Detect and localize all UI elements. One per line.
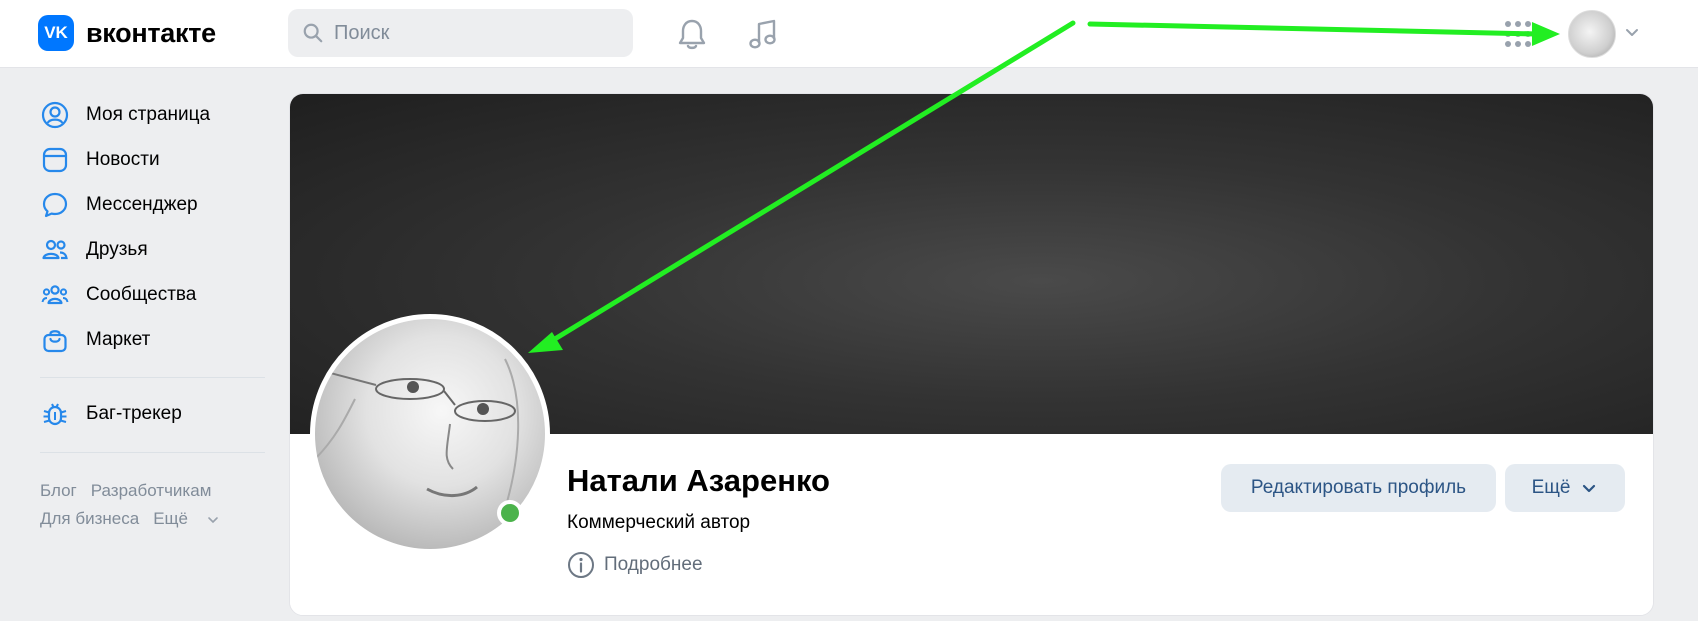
- more-actions-button[interactable]: Ещё: [1505, 464, 1625, 512]
- sidebar-item-communities[interactable]: Сообщества: [40, 277, 196, 313]
- edit-profile-button[interactable]: Редактировать профиль: [1221, 464, 1496, 512]
- sidebar-item-my-page[interactable]: Моя страница: [40, 97, 210, 133]
- sidebar-item-label: Сообщества: [86, 284, 197, 305]
- apps-grid-icon[interactable]: [1498, 14, 1538, 54]
- sidebar-item-label: Мессенджер: [86, 194, 198, 215]
- search-input[interactable]: Поиск: [288, 9, 633, 57]
- chevron-down-icon: [207, 516, 218, 523]
- profile-name: Натали Азаренко: [567, 463, 830, 498]
- friends-icon: [40, 235, 70, 265]
- top-header: VK вконтакте Поиск: [0, 0, 1698, 68]
- user-avatar-small[interactable]: [1568, 10, 1616, 58]
- footer-link-business[interactable]: Для бизнеса: [40, 509, 139, 528]
- message-icon: [40, 190, 70, 220]
- sidebar-footer-links: Блог Разработчикам: [40, 481, 225, 501]
- sidebar-item-label: Моя страница: [86, 104, 211, 125]
- market-bag-icon: [40, 325, 70, 355]
- footer-link-more[interactable]: Ещё: [153, 509, 219, 528]
- more-info-label: Подробнее: [604, 554, 703, 575]
- chevron-down-icon[interactable]: [1624, 24, 1640, 40]
- sidebar-item-label: Друзья: [86, 239, 148, 260]
- edit-profile-label: Редактировать профиль: [1250, 477, 1467, 498]
- news-icon: [40, 145, 70, 175]
- profile-more-info-link[interactable]: Подробнее: [567, 551, 703, 579]
- sidebar-item-news[interactable]: Новости: [40, 142, 160, 178]
- bug-icon: [40, 399, 70, 429]
- footer-more-label: Ещё: [153, 509, 188, 528]
- notifications-bell-icon[interactable]: [672, 14, 712, 54]
- online-status-indicator: [497, 500, 523, 526]
- communities-icon: [40, 280, 70, 310]
- sidebar-footer-links-2: Для бизнеса Ещё: [40, 509, 233, 529]
- search-placeholder: Поиск: [334, 21, 390, 44]
- footer-link-developers[interactable]: Разработчикам: [91, 481, 212, 500]
- music-note-icon[interactable]: [743, 14, 783, 54]
- footer-link-blog[interactable]: Блог: [40, 481, 77, 500]
- search-icon: [303, 23, 323, 43]
- sidebar-divider: [40, 452, 265, 453]
- sidebar-item-bug-tracker[interactable]: Баг-трекер: [40, 396, 182, 432]
- profile-status: Коммерческий автор: [567, 512, 751, 533]
- info-icon: [568, 552, 594, 578]
- user-circle-icon: [40, 100, 70, 130]
- sidebar-item-friends[interactable]: Друзья: [40, 232, 148, 268]
- sidebar-item-label: Маркет: [86, 329, 151, 350]
- sidebar-item-messenger[interactable]: Мессенджер: [40, 187, 198, 223]
- sidebar-item-label: Баг-трекер: [86, 403, 182, 424]
- vk-logo[interactable]: VK вконтакте: [38, 15, 216, 51]
- sidebar-item-label: Новости: [86, 149, 160, 170]
- chevron-down-icon: [1583, 484, 1596, 493]
- vk-logo-text: вконтакте: [86, 17, 216, 48]
- more-actions-label: Ещё: [1531, 477, 1571, 498]
- sidebar-item-market[interactable]: Маркет: [40, 322, 150, 358]
- vk-logo-mark: VK: [38, 15, 74, 51]
- sidebar-divider: [40, 377, 265, 378]
